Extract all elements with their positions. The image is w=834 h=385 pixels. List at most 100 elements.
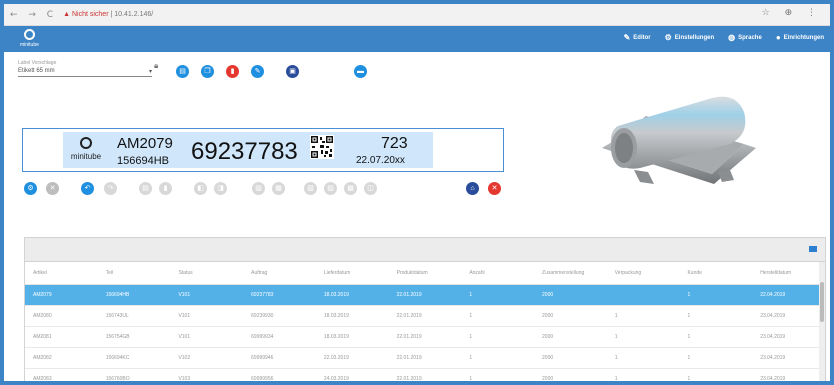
browser-nav-buttons[interactable]: ← → C [10, 10, 57, 20]
column-header[interactable]: Produktdatum [388, 262, 462, 285]
cancel-button[interactable]: ✕ [488, 182, 501, 195]
undo-button[interactable]: ↶ [81, 182, 94, 195]
qr-code-icon [310, 135, 334, 159]
redo-button[interactable]: ↷ [104, 182, 117, 195]
label-preview: minitube AM2079 156694HB 69237783 723 22… [22, 128, 504, 172]
copy-button[interactable]: ❐ [201, 65, 214, 78]
menu-item-label: Sprache [738, 34, 762, 41]
table-row[interactable]: AM2081 156754GB V101 69999934 18.03.2019 22.0… [25, 326, 825, 348]
edit-icon: ✎ [254, 68, 261, 75]
logo-text: minitube [20, 42, 39, 48]
table-header-row: Artikel Teil Status Auftrag Lieferdatum Produ… [25, 262, 825, 285]
tool-button[interactable]: ▮ [159, 182, 172, 195]
column-header[interactable]: Teil [97, 262, 171, 285]
label-logo: minitube [67, 137, 105, 161]
new-document-button[interactable]: ▤ [176, 65, 189, 78]
table-row[interactable]: AM2082 156694KC V102 69999946 22.03.2019 22.0… [25, 347, 825, 369]
column-header[interactable]: Verpackung [606, 262, 680, 285]
table-cell: 1 [461, 326, 535, 348]
home-icon: ⌂ [470, 185, 475, 192]
tool-icon: ◧ [197, 185, 204, 192]
label-count: 723 [381, 135, 408, 152]
user-icon: ● [775, 33, 781, 42]
column-header[interactable]: Artikel [25, 262, 98, 285]
browser-toolbar: ← → C ▲ Nicht sicher | 10.41.2.146/ ☆ ⊕ … [4, 4, 830, 26]
pencil-icon: ✎ [623, 33, 631, 42]
logo-ring-icon [23, 29, 35, 40]
tool-button[interactable]: ▨ [324, 182, 337, 195]
menu-item-label: Einstellungen [674, 34, 715, 41]
card-icon: ▬ [357, 68, 364, 75]
table-cell: AM2083 [25, 368, 98, 381]
tool-button[interactable]: ◧ [194, 182, 207, 195]
table-cell: 23.04.2019 [752, 305, 825, 327]
label-data-table: Artikel Teil Status Auftrag Lieferdatum Produ… [25, 262, 825, 381]
table-cell: V101 [170, 284, 244, 306]
table-cell: 22.01.2019 [388, 326, 462, 348]
tool-button[interactable]: ▤ [139, 182, 152, 195]
delete-button[interactable]: ▮ [226, 65, 239, 78]
table-row[interactable]: AM2080 156743UL V101 69239930 18.03.2019 22.0… [25, 305, 825, 327]
label-template-select: Label Vorschlage Etikett 65 mm ▾ [18, 60, 152, 77]
home-button[interactable]: ⌂ [466, 182, 479, 195]
table-cell [606, 284, 680, 306]
table-row[interactable]: AM2079 156694HB V101 69237783 18.03.2019 22.0… [25, 284, 825, 306]
close-button[interactable]: ✕ [46, 182, 59, 195]
select-value: Etikett 65 mm [18, 68, 55, 74]
column-header[interactable]: Herstelldatum [752, 262, 825, 285]
table-cell: AM2080 [25, 305, 98, 327]
menu-item-settings[interactable]: ⚙ Einstellungen [665, 33, 715, 42]
column-header[interactable]: Lieferdatum [315, 262, 389, 285]
table-cell: 69237783 [243, 284, 316, 306]
scrollbar-thumb[interactable] [820, 282, 824, 322]
app-header: minitube ✎ Editor ⚙ Einstellungen ◍ Spra… [4, 26, 830, 52]
table-cell: 23.04.2019 [752, 347, 825, 369]
tool-button[interactable]: ◨ [214, 182, 227, 195]
menu-item-language[interactable]: ◍ Sprache [728, 33, 762, 42]
app-logo[interactable]: minitube [20, 29, 39, 48]
insecure-warning: ▲ Nicht sicher [63, 10, 109, 18]
table-row[interactable]: AM2083 156760BO V103 69999956 24.03.2019 22.0… [25, 368, 825, 381]
label-date: 22.07.20xx [356, 155, 405, 166]
tool-button[interactable]: ▥ [252, 182, 265, 195]
column-header[interactable]: Kunde [679, 262, 753, 285]
card-button[interactable]: ▬ [354, 65, 367, 78]
settings-button[interactable]: ⚙ [24, 182, 37, 195]
menu-item-editor[interactable]: ✎ Editor [624, 33, 651, 42]
undo-icon: ↶ [84, 185, 91, 192]
save-icon: ▣ [289, 68, 296, 75]
chevron-down-icon: ▾ [148, 69, 152, 75]
table-scrollbar[interactable] [819, 262, 825, 381]
tool-button[interactable]: ▧ [304, 182, 317, 195]
edit-button[interactable]: ✎ [251, 65, 264, 78]
table-cell: AM2081 [25, 326, 98, 348]
tool-icon: ▤ [142, 185, 149, 192]
column-header[interactable]: Status [170, 262, 244, 285]
tool-icon: ▮ [163, 185, 168, 192]
table-cell: 1 [461, 347, 535, 369]
tool-button[interactable]: ▦ [272, 182, 285, 195]
table-cell: V101 [170, 326, 244, 348]
tool-icon: ▥ [255, 185, 262, 192]
part-3d-image [602, 96, 756, 184]
table-body: AM2079 156694HB V101 69237783 18.03.2019 22.0… [25, 284, 825, 381]
column-header[interactable]: Zusammenstellung [534, 262, 607, 285]
menu-item-user[interactable]: ● Einrichtungen [776, 33, 824, 42]
header-menu: ✎ Editor ⚙ Einstellungen ◍ Sprache ● Ein… [624, 33, 824, 42]
table-cell: AM2082 [25, 347, 98, 369]
browser-menu-icons[interactable]: ☆ ⊕ ⋮ [762, 8, 822, 18]
column-header[interactable]: Auftrag [243, 262, 316, 285]
tool-button[interactable]: ▩ [344, 182, 357, 195]
table-cell: 69239930 [243, 305, 316, 327]
column-header[interactable]: Anzahl [461, 262, 535, 285]
lock-icon[interactable]: 🔒︎ [154, 61, 158, 71]
logo-ring-icon [80, 137, 92, 149]
save-button[interactable]: ▣ [286, 65, 299, 78]
table-cell: 23.04.2019 [752, 368, 825, 381]
tool-button[interactable]: ◫ [364, 182, 377, 195]
panel-menu-icon[interactable] [809, 246, 817, 252]
address-bar[interactable]: ▲ Nicht sicher | 10.41.2.146/ [63, 8, 263, 22]
table-cell: 2000 [534, 347, 607, 369]
table-cell: 22.01.2019 [388, 368, 462, 381]
label-template-dropdown[interactable]: Etikett 65 mm ▾ [18, 68, 152, 77]
